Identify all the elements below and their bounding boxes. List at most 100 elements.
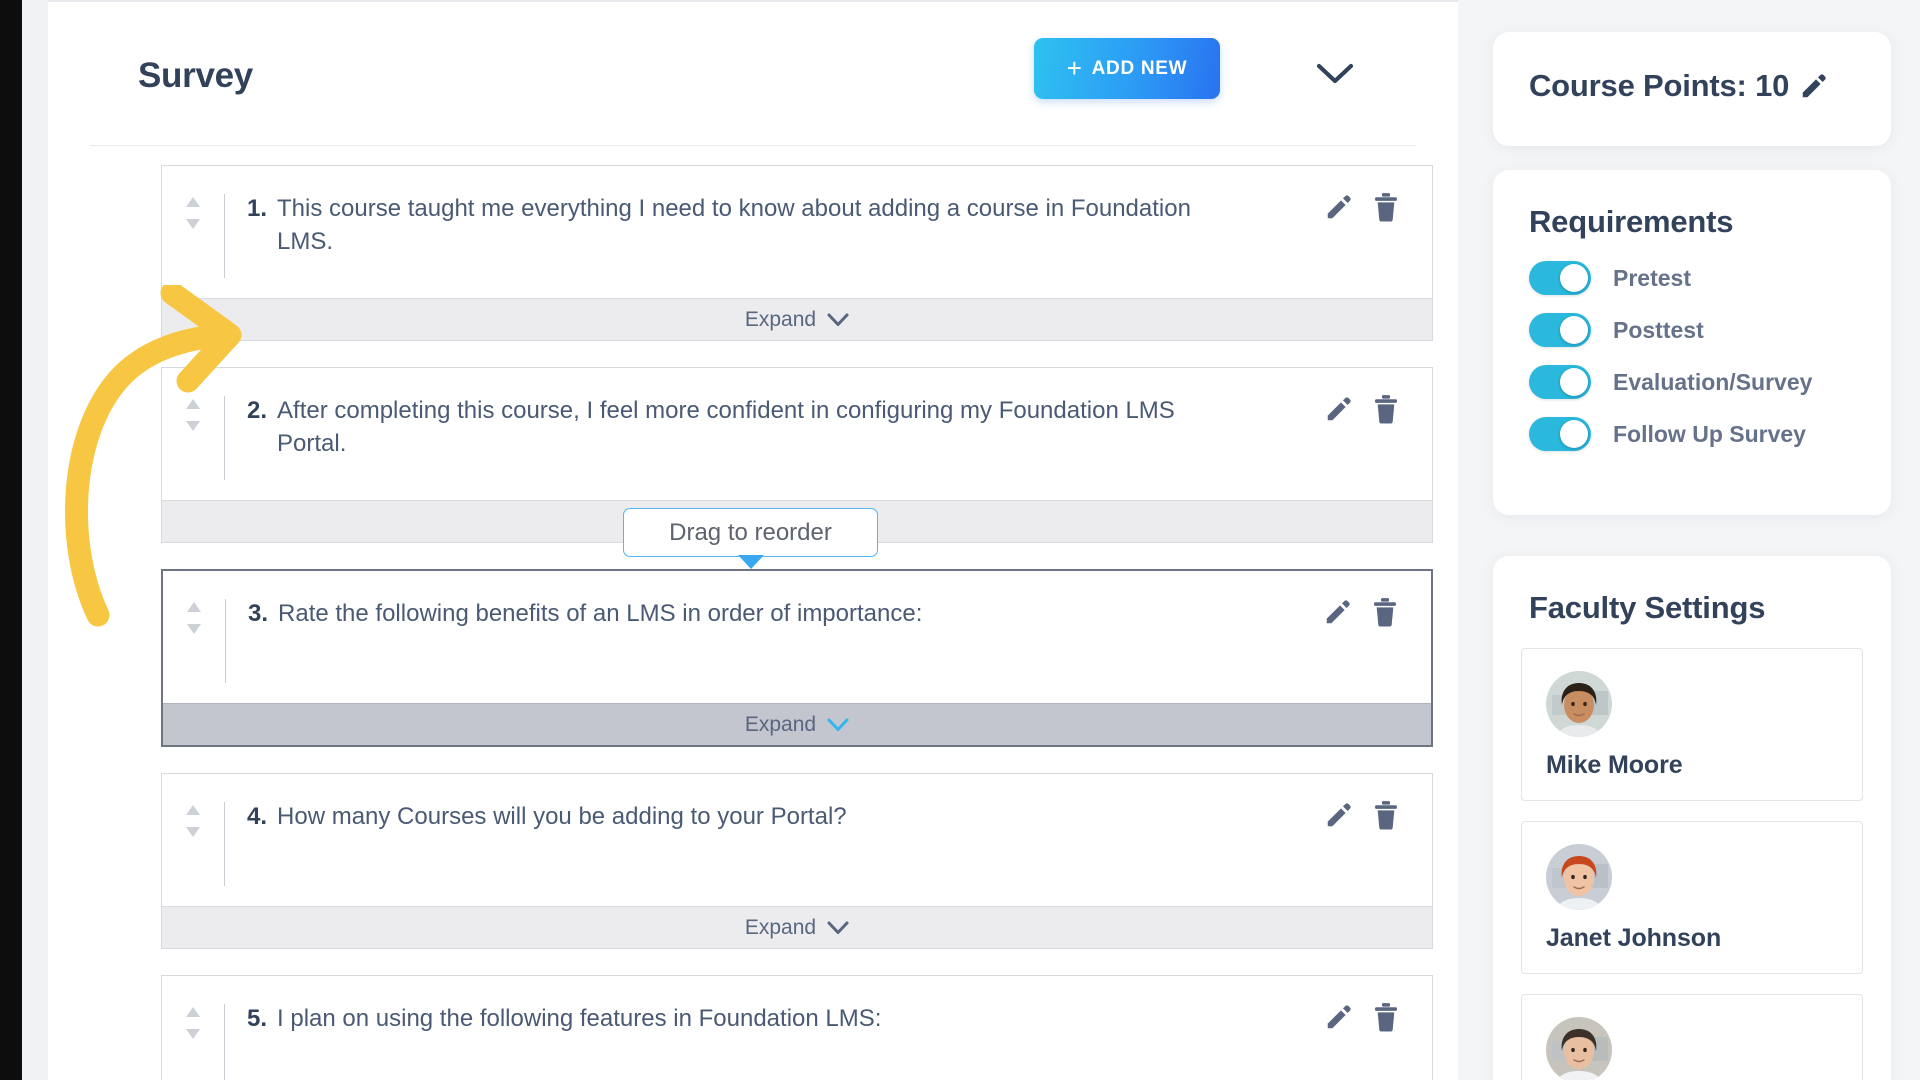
delete-question-trash-icon[interactable] bbox=[1371, 597, 1399, 627]
plus-icon: + bbox=[1066, 52, 1083, 83]
chevron-down-icon bbox=[827, 718, 849, 732]
question-text: After completing this course, I feel mor… bbox=[277, 397, 1175, 458]
expand-label: Expand bbox=[744, 307, 817, 331]
question-body: 1. This course taught me everything I nee… bbox=[162, 166, 1432, 298]
survey-header: Survey + ADD NEW bbox=[90, 2, 1416, 146]
question-divider bbox=[224, 194, 225, 278]
edit-question-pencil-icon[interactable] bbox=[1324, 800, 1354, 830]
avatar bbox=[1546, 671, 1612, 737]
toggle-knob bbox=[1560, 368, 1588, 396]
delete-question-trash-icon[interactable] bbox=[1372, 1002, 1400, 1032]
page-title: Survey bbox=[138, 56, 253, 95]
requirement-label: Pretest bbox=[1613, 264, 1691, 291]
question-actions bbox=[1324, 1002, 1400, 1032]
question-actions bbox=[1324, 394, 1400, 424]
drag-handle-icon[interactable] bbox=[162, 192, 224, 230]
drag-handle-icon[interactable] bbox=[162, 394, 224, 432]
question-divider bbox=[224, 396, 225, 480]
faculty-member-card[interactable]: Janet Johnson bbox=[1521, 821, 1863, 974]
faculty-member-name: Mike Moore bbox=[1546, 751, 1683, 779]
add-new-button[interactable]: + ADD NEW bbox=[1034, 38, 1220, 99]
faculty-settings-card: Faculty Settings Mike Moore Janet Johnson bbox=[1493, 556, 1891, 1080]
question-number: 3. bbox=[248, 600, 269, 627]
edit-course-points-pencil-icon[interactable] bbox=[1799, 71, 1829, 101]
question-body: 4. How many Courses will you be adding to… bbox=[162, 774, 1432, 906]
expand-label: Expand bbox=[744, 712, 817, 736]
requirement-row[interactable]: Evaluation/Survey bbox=[1493, 356, 1891, 408]
toggle-knob bbox=[1560, 264, 1588, 292]
expand-question-bar[interactable]: Expand bbox=[162, 906, 1432, 948]
expand-label: Expand bbox=[744, 915, 817, 939]
course-points-card: Course Points: 10 bbox=[1493, 32, 1891, 146]
edit-question-pencil-icon[interactable] bbox=[1324, 1002, 1354, 1032]
requirement-label: Posttest bbox=[1613, 316, 1704, 343]
drag-handle-icon[interactable] bbox=[162, 1002, 224, 1040]
requirements-card: Requirements Pretest Posttest Evaluation/S… bbox=[1493, 170, 1891, 515]
drag-handle-icon[interactable] bbox=[163, 597, 225, 635]
add-new-label: ADD NEW bbox=[1091, 57, 1188, 79]
page-left-gutter bbox=[22, 0, 48, 1080]
question-divider bbox=[224, 1004, 225, 1080]
toggle-knob bbox=[1560, 420, 1588, 448]
delete-question-trash-icon[interactable] bbox=[1372, 800, 1400, 830]
tooltip-label: Drag to reorder bbox=[669, 518, 832, 546]
requirement-row[interactable]: Posttest bbox=[1493, 304, 1891, 356]
chevron-down-icon bbox=[827, 921, 849, 935]
survey-question-item[interactable]: 4. How many Courses will you be adding to… bbox=[161, 773, 1433, 949]
question-divider bbox=[225, 599, 226, 683]
question-body: 5. I plan on using the following features… bbox=[162, 976, 1432, 1080]
requirements-heading: Requirements bbox=[1529, 204, 1734, 239]
edit-question-pencil-icon[interactable] bbox=[1324, 394, 1354, 424]
question-actions bbox=[1323, 597, 1399, 627]
app-screen: Survey + ADD NEW 1. This course taught me… bbox=[0, 0, 1920, 1080]
chevron-down-icon bbox=[827, 313, 849, 327]
course-points-row: Course Points: 10 bbox=[1493, 32, 1891, 104]
survey-question-list: 1. This course taught me everything I nee… bbox=[161, 165, 1433, 1080]
requirement-row[interactable]: Follow Up Survey bbox=[1493, 408, 1891, 460]
faculty-member-list: Mike Moore Janet Johnson bbox=[1493, 648, 1891, 1080]
right-sidebar: Course Points: 10 Requirements Pretest Po… bbox=[1458, 0, 1920, 1080]
faculty-member-card[interactable]: Mike Moore bbox=[1521, 648, 1863, 801]
tooltip-arrow bbox=[737, 555, 764, 569]
avatar bbox=[1546, 844, 1612, 910]
requirement-toggle[interactable] bbox=[1529, 313, 1591, 347]
question-actions bbox=[1324, 192, 1400, 222]
requirement-toggle[interactable] bbox=[1529, 261, 1591, 295]
avatar bbox=[1546, 1017, 1612, 1080]
faculty-settings-heading: Faculty Settings bbox=[1529, 590, 1766, 625]
viewport-left-edge bbox=[0, 0, 22, 1080]
delete-question-trash-icon[interactable] bbox=[1372, 394, 1400, 424]
edit-question-pencil-icon[interactable] bbox=[1323, 597, 1353, 627]
drag-to-reorder-tooltip: Drag to reorder bbox=[623, 508, 878, 569]
question-number: 4. bbox=[247, 803, 268, 830]
question-body: 3. Rate the following benefits of an LMS … bbox=[163, 571, 1431, 703]
toggle-knob bbox=[1560, 316, 1588, 344]
delete-question-trash-icon[interactable] bbox=[1372, 192, 1400, 222]
question-number: 5. bbox=[247, 1005, 268, 1032]
survey-question-item[interactable]: 5. I plan on using the following features… bbox=[161, 975, 1433, 1080]
edit-question-pencil-icon[interactable] bbox=[1324, 192, 1354, 222]
question-number: 2. bbox=[247, 397, 268, 424]
faculty-member-card[interactable] bbox=[1521, 994, 1863, 1080]
requirement-label: Follow Up Survey bbox=[1613, 420, 1806, 447]
course-points-label: Course Points: 10 bbox=[1529, 68, 1790, 103]
question-text: This course taught me everything I need … bbox=[277, 195, 1191, 256]
faculty-member-name: Janet Johnson bbox=[1546, 924, 1722, 952]
expand-question-bar[interactable]: Expand bbox=[163, 703, 1431, 745]
survey-question-item[interactable]: 1. This course taught me everything I nee… bbox=[161, 165, 1433, 341]
question-text: I plan on using the following features i… bbox=[277, 1005, 882, 1032]
question-text: Rate the following benefits of an LMS in… bbox=[278, 600, 923, 627]
drag-handle-icon[interactable] bbox=[162, 800, 224, 838]
requirement-toggle[interactable] bbox=[1529, 365, 1591, 399]
survey-question-item[interactable]: 3. Rate the following benefits of an LMS … bbox=[161, 569, 1433, 747]
question-text: How many Courses will you be adding to y… bbox=[277, 803, 847, 830]
requirements-list: Pretest Posttest Evaluation/Survey Follow U… bbox=[1493, 252, 1891, 460]
question-number: 1. bbox=[247, 195, 268, 222]
question-body: 2. After completing this course, I feel m… bbox=[162, 368, 1432, 500]
requirement-row[interactable]: Pretest bbox=[1493, 252, 1891, 304]
expand-question-bar[interactable]: Expand bbox=[162, 298, 1432, 340]
requirement-toggle[interactable] bbox=[1529, 417, 1591, 451]
requirement-label: Evaluation/Survey bbox=[1613, 368, 1813, 395]
question-divider bbox=[224, 802, 225, 886]
collapse-section-chevron-down-icon[interactable] bbox=[1308, 54, 1362, 94]
